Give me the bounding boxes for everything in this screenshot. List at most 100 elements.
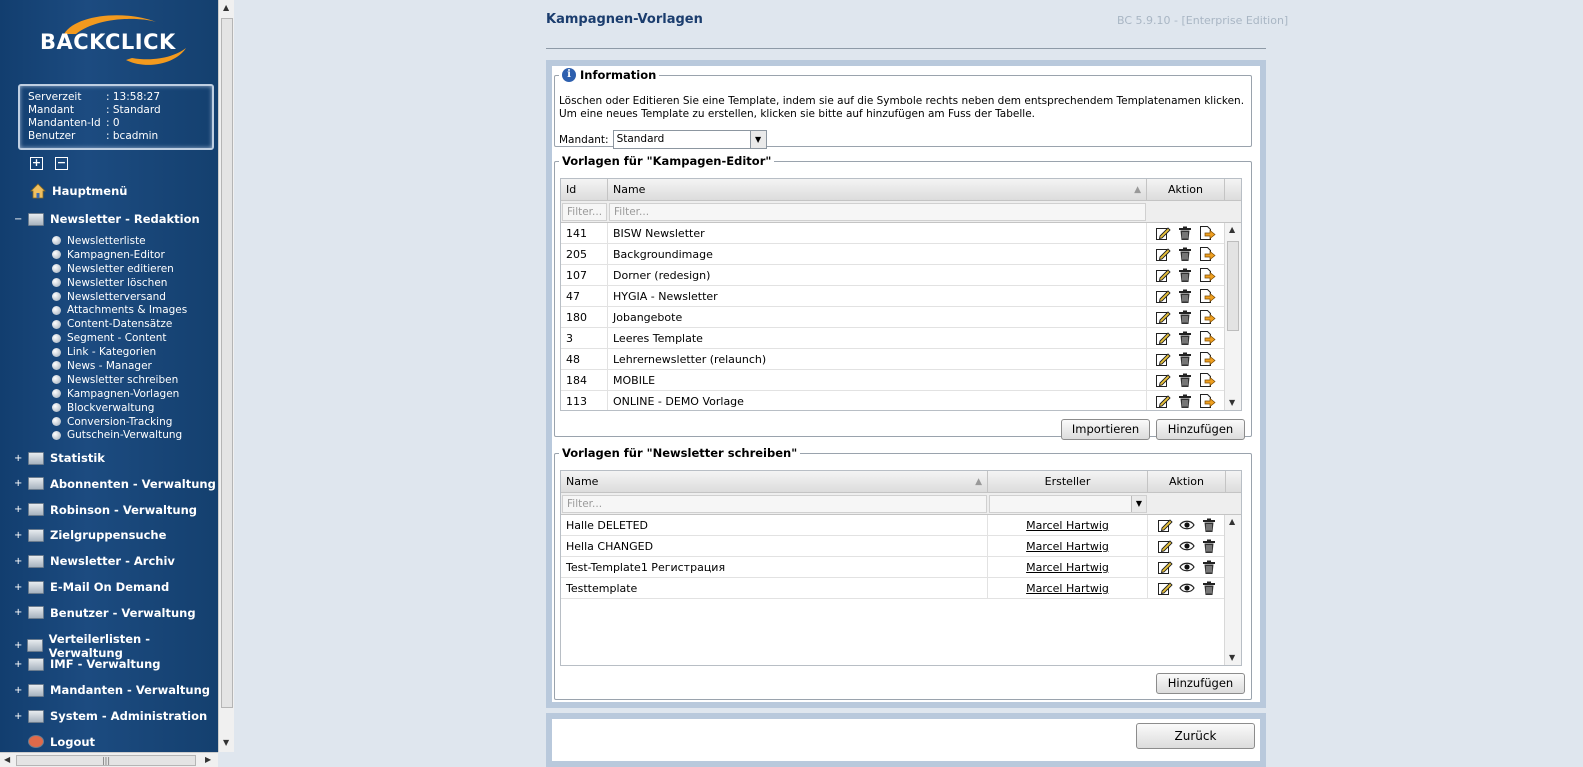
back-button[interactable]: Zurück (1136, 723, 1255, 749)
trash-icon[interactable] (1201, 517, 1217, 533)
grid-scrollbar[interactable]: ▲ ▼ (1224, 515, 1241, 665)
export-icon[interactable] (1199, 330, 1216, 346)
edit-icon[interactable] (1155, 288, 1171, 304)
scroll-down-arrow[interactable]: ▼ (223, 738, 229, 747)
trash-icon[interactable] (1177, 372, 1193, 388)
table-row[interactable]: 48 Lehrernewsletter (relaunch) (561, 348, 1241, 370)
nav-section-newsletter-redaktion[interactable]: − Newsletter - Redaktion (14, 212, 200, 226)
expand-toggle[interactable]: + (14, 478, 24, 489)
sidebar-subitem[interactable]: Newsletter schreiben (52, 373, 187, 387)
export-icon[interactable] (1199, 351, 1216, 367)
table-row[interactable]: 180 Jobangebote (561, 306, 1241, 328)
edit-icon[interactable] (1155, 372, 1171, 388)
grid-scrollbar[interactable]: ▲ ▼ (1224, 223, 1241, 410)
nav-section[interactable]: Logout (14, 735, 95, 749)
trash-icon[interactable] (1177, 351, 1193, 367)
sidebar-subitem[interactable]: News - Manager (52, 359, 187, 373)
eye-icon[interactable] (1178, 559, 1195, 575)
table-row[interactable]: 184 MOBILE (561, 369, 1241, 391)
expand-toggle[interactable]: + (14, 530, 24, 541)
import-button[interactable]: Importieren (1061, 419, 1150, 440)
table-row[interactable]: 205 Backgroundimage (561, 243, 1241, 265)
collapse-toggle[interactable]: − (14, 214, 24, 225)
table-row[interactable]: 113 ONLINE - DEMO Vorlage (561, 390, 1241, 410)
trash-icon[interactable] (1201, 538, 1217, 554)
sidebar-horizontal-scrollbar[interactable]: ◀ ||| ▶ (0, 752, 218, 767)
filter-name-input[interactable]: Filter... (562, 494, 987, 513)
sidebar-subitem[interactable]: Conversion-Tracking (52, 415, 187, 429)
trash-icon[interactable] (1177, 225, 1193, 241)
export-icon[interactable] (1199, 267, 1216, 283)
export-icon[interactable] (1199, 393, 1216, 409)
filter-name-input[interactable]: Filter... (609, 202, 1146, 221)
trash-icon[interactable] (1177, 288, 1193, 304)
col-header-name[interactable]: Name ▲ (561, 471, 988, 492)
trash-icon[interactable] (1177, 267, 1193, 283)
nav-section[interactable]: + E-Mail On Demand (14, 580, 169, 594)
scroll-down-arrow[interactable]: ▼ (1229, 653, 1235, 662)
sidebar-subitem[interactable]: Newsletterliste (52, 234, 187, 248)
expand-toggle[interactable]: + (14, 582, 24, 593)
nav-section[interactable]: + Verteilerlisten - Verwaltung (14, 632, 218, 660)
nav-section[interactable]: + Abonnenten - Verwaltung (14, 477, 216, 491)
edit-icon[interactable] (1157, 538, 1173, 554)
collapse-all-button[interactable]: − (55, 157, 68, 170)
eye-icon[interactable] (1178, 538, 1195, 554)
table-row[interactable]: Test-Template1 Регистрация Marcel Hartwig (561, 556, 1241, 578)
export-icon[interactable] (1199, 246, 1216, 262)
sidebar-subitem[interactable]: Newsletter löschen (52, 276, 187, 290)
expand-toggle[interactable]: + (14, 640, 23, 651)
nav-section[interactable]: + Benutzer - Verwaltung (14, 606, 196, 620)
chevron-down-icon[interactable]: ▼ (749, 131, 766, 148)
sidebar-vertical-scrollbar[interactable]: ▲ ▼ (218, 0, 234, 752)
creator-link[interactable]: Marcel Hartwig (1026, 540, 1109, 553)
add-editor-template-button[interactable]: Hinzufügen (1156, 419, 1245, 440)
scroll-up-arrow[interactable]: ▲ (1229, 225, 1235, 234)
trash-icon[interactable] (1177, 330, 1193, 346)
sidebar-subitem[interactable]: Gutschein-Verwaltung (52, 428, 187, 442)
sidebar-subitem[interactable]: Segment - Content (52, 331, 187, 345)
scroll-down-arrow[interactable]: ▼ (1229, 398, 1235, 407)
table-row[interactable]: 107 Dorner (redesign) (561, 264, 1241, 286)
grid-scroll-thumb[interactable] (1227, 241, 1239, 331)
edit-icon[interactable] (1155, 393, 1171, 409)
expand-all-button[interactable]: + (30, 157, 43, 170)
sidebar-subitem[interactable]: Newsletter editieren (52, 262, 187, 276)
edit-icon[interactable] (1155, 225, 1171, 241)
scroll-left-arrow[interactable]: ◀ (4, 755, 10, 764)
sidebar-subitem[interactable]: Link - Kategorien (52, 345, 187, 359)
nav-section[interactable]: + System - Administration (14, 709, 207, 723)
scroll-up-arrow[interactable]: ▲ (223, 3, 229, 12)
nav-main-menu[interactable]: Hauptmenü (30, 183, 127, 199)
nav-section[interactable]: + Newsletter - Archiv (14, 554, 175, 568)
sidebar-subitem[interactable]: Blockverwaltung (52, 401, 187, 415)
add-writer-template-button[interactable]: Hinzufügen (1156, 673, 1245, 694)
table-row[interactable]: Testtemplate Marcel Hartwig (561, 577, 1241, 599)
table-row[interactable]: 47 HYGIA - Newsletter (561, 285, 1241, 307)
expand-toggle[interactable]: + (14, 556, 24, 567)
expand-toggle[interactable]: + (14, 453, 24, 464)
eye-icon[interactable] (1178, 517, 1195, 533)
hscroll-thumb[interactable]: ||| (16, 755, 196, 766)
edit-icon[interactable] (1155, 309, 1171, 325)
expand-toggle[interactable]: + (14, 711, 24, 722)
creator-link[interactable]: Marcel Hartwig (1026, 582, 1109, 595)
sidebar-subitem[interactable]: Kampagnen-Vorlagen (52, 387, 187, 401)
edit-icon[interactable] (1155, 267, 1171, 283)
sidebar-subitem[interactable]: Newsletterversand (52, 290, 187, 304)
nav-section[interactable]: + Mandanten - Verwaltung (14, 683, 210, 697)
creator-link[interactable]: Marcel Hartwig (1026, 561, 1109, 574)
scroll-right-arrow[interactable]: ▶ (205, 755, 211, 764)
nav-section[interactable]: + Statistik (14, 451, 105, 465)
nav-section[interactable]: + IMF - Verwaltung (14, 657, 161, 671)
creator-link[interactable]: Marcel Hartwig (1026, 519, 1109, 532)
table-row[interactable]: Hella CHANGED Marcel Hartwig (561, 535, 1241, 557)
export-icon[interactable] (1199, 288, 1216, 304)
export-icon[interactable] (1199, 309, 1216, 325)
table-row[interactable]: 141 BISW Newsletter (561, 222, 1241, 244)
table-row[interactable]: Halle DELETED Marcel Hartwig (561, 514, 1241, 536)
filter-creator-select[interactable]: ▼ (989, 494, 1147, 513)
expand-toggle[interactable]: + (14, 685, 24, 696)
scroll-up-arrow[interactable]: ▲ (1229, 517, 1235, 526)
chevron-down-icon[interactable]: ▼ (1131, 495, 1146, 512)
